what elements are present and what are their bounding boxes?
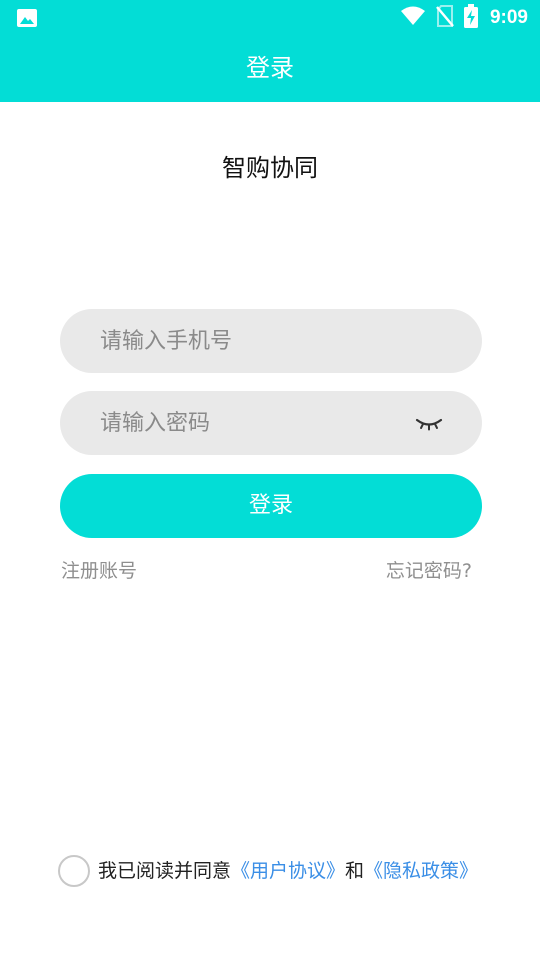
agreement-row: 我已阅读并同意《用户协议》和《隐私政策》	[58, 855, 478, 887]
status-bar: 9:09	[0, 0, 540, 36]
login-button[interactable]: 登录	[60, 474, 482, 538]
user-agreement-link[interactable]: 《用户协议》	[231, 860, 345, 882]
phone-input[interactable]	[100, 309, 420, 373]
status-icons: 9:09	[400, 4, 528, 32]
app-header: 9:09 登录	[0, 0, 540, 102]
agreement-text: 我已阅读并同意《用户协议》和《隐私政策》	[98, 855, 478, 887]
eye-closed-icon[interactable]	[414, 411, 444, 435]
password-input[interactable]	[100, 391, 420, 455]
page-title: 登录	[246, 54, 294, 82]
agreement-conjunction: 和	[345, 860, 365, 882]
phone-field[interactable]	[60, 309, 482, 373]
password-field[interactable]	[60, 391, 482, 455]
forgot-password-link[interactable]: 忘记密码?	[386, 557, 472, 585]
battery-charging-icon	[463, 4, 478, 32]
agreement-prefix: 我已阅读并同意	[98, 860, 232, 882]
status-time: 9:09	[489, 7, 528, 28]
app-name: 智购协同	[222, 154, 318, 182]
register-link[interactable]: 注册账号	[61, 557, 137, 585]
privacy-policy-link[interactable]: 《隐私政策》	[364, 860, 478, 882]
no-sim-icon	[436, 5, 454, 31]
image-icon	[16, 8, 38, 28]
agreement-checkbox[interactable]	[58, 855, 90, 887]
wifi-icon	[400, 6, 426, 30]
